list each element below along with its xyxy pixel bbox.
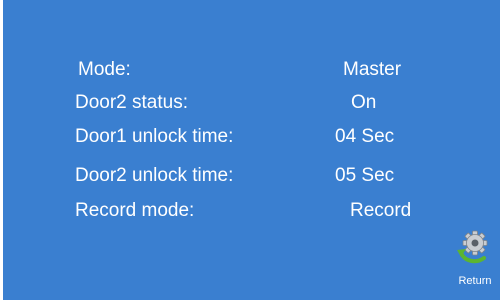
screen-frame: Mode: Master Door2 status: On Door1 unlo… [0, 0, 503, 300]
record-mode-value[interactable]: Record [350, 200, 411, 222]
return-label: Return [458, 275, 492, 287]
return-button[interactable]: Return [450, 230, 500, 290]
door2-status-label: Door2 status: [75, 92, 188, 113]
door2-unlock-time-value[interactable]: 05 Sec [335, 165, 394, 187]
mode-label: Mode: [78, 59, 131, 80]
record-mode-label: Record mode: [75, 200, 195, 221]
mode-value[interactable]: Master [343, 59, 401, 81]
settings-panel: Mode: Master Door2 status: On Door1 unlo… [3, 0, 500, 300]
gear-return-icon [457, 230, 488, 264]
door2-unlock-time-label: Door2 unlock time: [75, 165, 234, 186]
door1-unlock-time-value[interactable]: 04 Sec [335, 126, 394, 148]
door2-status-value[interactable]: On [351, 92, 376, 114]
door1-unlock-time-label: Door1 unlock time: [75, 126, 234, 147]
